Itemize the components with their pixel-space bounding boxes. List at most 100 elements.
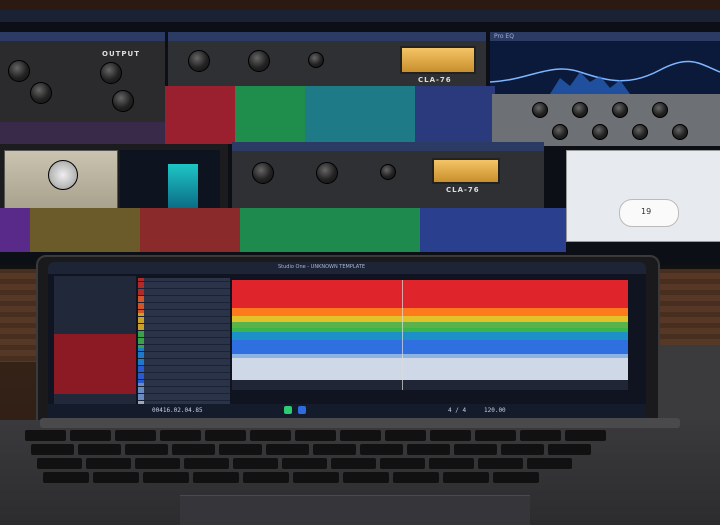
keyboard-key[interactable] — [393, 472, 439, 483]
keyboard-key[interactable] — [172, 444, 215, 455]
knob-icon — [252, 162, 274, 184]
keyboard-key[interactable] — [385, 430, 426, 441]
keyboard-key[interactable] — [407, 444, 450, 455]
keyboard-key[interactable] — [478, 458, 523, 469]
keyboard-key[interactable] — [430, 430, 471, 441]
knob-icon — [572, 102, 588, 118]
mixer-faders — [0, 208, 566, 252]
keyboard-key[interactable] — [31, 444, 74, 455]
keyboard-key[interactable] — [78, 444, 121, 455]
transport-time: 00416.02.04.85 — [152, 407, 203, 414]
daw-track-list — [138, 278, 230, 404]
keyboard-key[interactable] — [565, 430, 606, 441]
knob-icon — [316, 162, 338, 184]
plugin-window-left-top: OUTPUT — [0, 32, 165, 122]
keyboard-key[interactable] — [295, 430, 336, 441]
laptop-screen: Studio One - UNKNOWN TEMPLATE 00416.02.0… — [48, 262, 646, 418]
knob-icon — [380, 164, 396, 180]
desktop-widget: 19 — [566, 150, 720, 242]
plugin-title-bar: Pro EQ — [490, 32, 720, 41]
plugin-title-bar — [168, 32, 486, 41]
playhead — [402, 280, 403, 390]
keyboard-key[interactable] — [37, 458, 82, 469]
knob-icon — [672, 124, 688, 140]
keyboard-key[interactable] — [193, 472, 239, 483]
keyboard-key[interactable] — [143, 472, 189, 483]
arrangement-lane — [232, 358, 628, 380]
knob-icon — [48, 160, 78, 190]
mixer-console — [165, 86, 495, 144]
photo-scene: OUTPUT CLA-76 Pro EQ CLA-76 19 Studio On… — [0, 0, 720, 525]
keyboard-key[interactable] — [43, 472, 89, 483]
keyboard-key[interactable] — [501, 444, 544, 455]
knob-icon — [188, 50, 210, 72]
keyboard-key[interactable] — [93, 472, 139, 483]
compressor-plugin-mid: CLA-76 — [232, 142, 544, 208]
keyboard-key[interactable] — [380, 458, 425, 469]
external-monitor: OUTPUT CLA-76 Pro EQ CLA-76 19 — [0, 10, 720, 269]
keyboard-key[interactable] — [548, 444, 591, 455]
arrangement-lane — [232, 340, 628, 354]
keyboard-key[interactable] — [250, 430, 291, 441]
keyboard-key[interactable] — [219, 444, 262, 455]
arrangement-lane — [232, 332, 628, 340]
knob-icon — [8, 60, 30, 82]
knob-icon — [532, 102, 548, 118]
plugin-brand: CLA-76 — [446, 186, 480, 194]
daw-inspector-channel — [54, 334, 136, 394]
knob-icon — [112, 90, 134, 112]
daw-transport-bar — [48, 404, 646, 418]
keyboard-key[interactable] — [493, 472, 539, 483]
keyboard-key[interactable] — [205, 430, 246, 441]
knob-icon — [592, 124, 608, 140]
arrangement-lane — [232, 328, 628, 332]
keyboard-key[interactable] — [313, 444, 356, 455]
keyboard-key[interactable] — [115, 430, 156, 441]
arrangement-lane — [232, 280, 628, 308]
knob-icon — [308, 52, 324, 68]
tempo-readout: 120.00 — [484, 407, 506, 414]
arrangement-lane — [232, 322, 628, 328]
keyboard-key[interactable] — [331, 458, 376, 469]
keyboard-key[interactable] — [343, 472, 389, 483]
knob-icon — [632, 124, 648, 140]
output-label: OUTPUT — [102, 50, 140, 58]
eq-knob-panel — [492, 94, 720, 146]
keyboard-key[interactable] — [243, 472, 289, 483]
keyboard-key[interactable] — [340, 430, 381, 441]
keyboard-key[interactable] — [527, 458, 572, 469]
record-button[interactable] — [298, 406, 306, 414]
knob-icon — [612, 102, 628, 118]
keyboard-key[interactable] — [125, 444, 168, 455]
keyboard-key[interactable] — [160, 430, 201, 441]
plugin-brand: CLA-76 — [418, 76, 452, 84]
vu-meter — [432, 158, 500, 184]
keyboard-key[interactable] — [293, 472, 339, 483]
keyboard-key[interactable] — [25, 430, 66, 441]
plugin-title-bar — [0, 32, 165, 41]
mixer-strip-left — [0, 122, 165, 144]
keyboard-key[interactable] — [520, 430, 561, 441]
knob-icon — [100, 62, 122, 84]
keyboard-key[interactable] — [282, 458, 327, 469]
keyboard-key[interactable] — [454, 444, 497, 455]
keyboard — [25, 430, 690, 490]
vu-meter — [400, 46, 476, 74]
laptop-hinge — [40, 418, 680, 428]
keyboard-key[interactable] — [184, 458, 229, 469]
keyboard-key[interactable] — [475, 430, 516, 441]
keyboard-key[interactable] — [86, 458, 131, 469]
keyboard-key[interactable] — [429, 458, 474, 469]
keyboard-key[interactable] — [233, 458, 278, 469]
keyboard-key[interactable] — [135, 458, 180, 469]
knob-icon — [248, 50, 270, 72]
time-signature: 4 / 4 — [448, 407, 467, 414]
keyboard-key[interactable] — [360, 444, 403, 455]
play-button[interactable] — [284, 406, 292, 414]
arrangement-lane — [232, 316, 628, 322]
keyboard-key[interactable] — [70, 430, 111, 441]
arrangement-lane — [232, 380, 628, 390]
keyboard-key[interactable] — [443, 472, 489, 483]
keyboard-key[interactable] — [266, 444, 309, 455]
knob-icon — [652, 102, 668, 118]
